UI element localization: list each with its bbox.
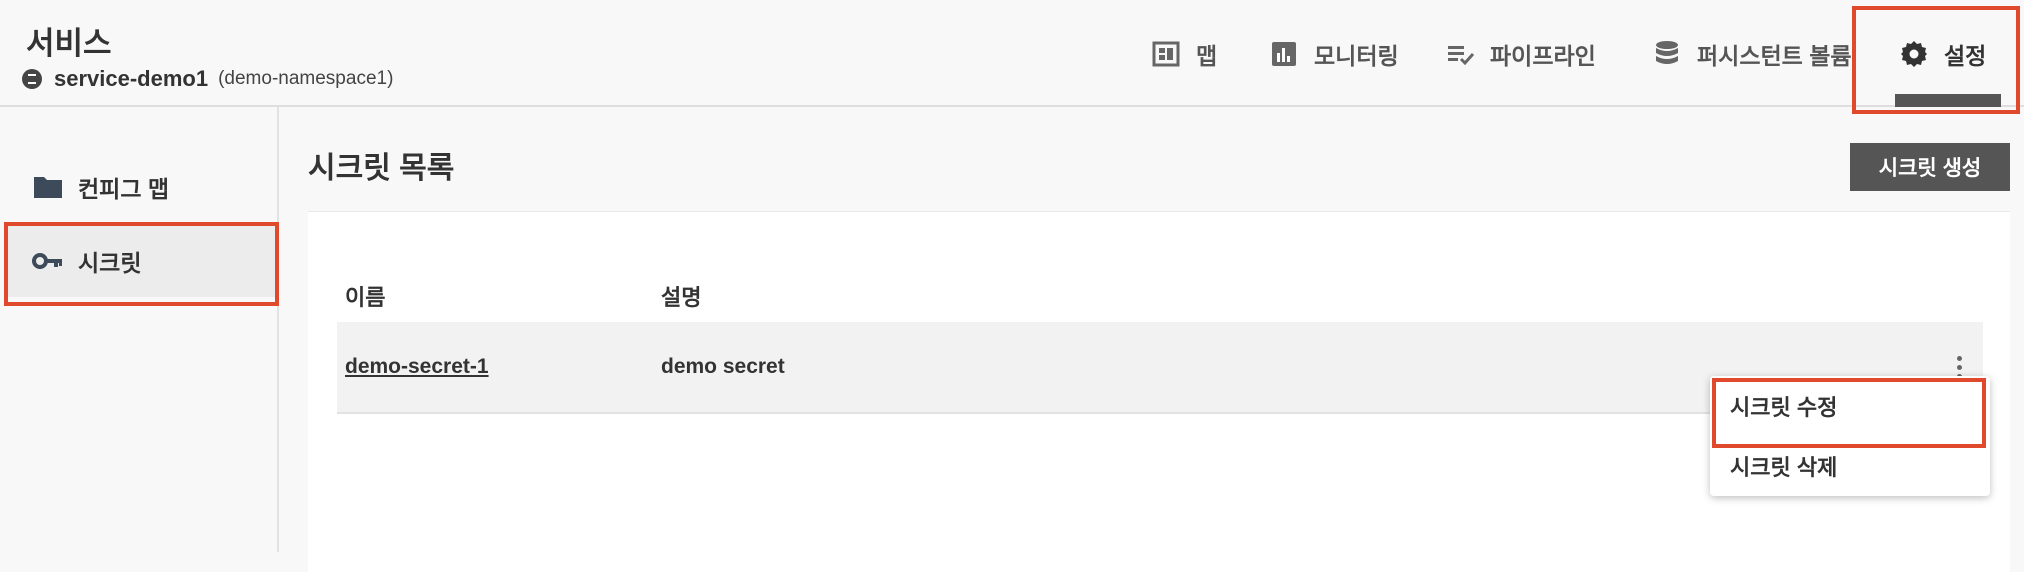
- sidebar-item-configmap[interactable]: 컨피그 맵: [8, 151, 276, 223]
- context-menu: 시크릿 수정 시크릿 삭제: [1710, 376, 1990, 496]
- service-icon: [22, 69, 42, 89]
- tab-monitoring-label: 모니터링: [1314, 42, 1399, 69]
- secret-name-link[interactable]: demo-secret-1: [345, 322, 489, 412]
- tab-persistent-volume[interactable]: 퍼시스턴트 볼륨: [1653, 0, 1852, 107]
- key-icon: [32, 253, 62, 269]
- column-header-description: 설명: [661, 285, 702, 310]
- folder-icon: [34, 177, 62, 198]
- tab-map-label: 맵: [1196, 42, 1218, 69]
- active-tab-indicator: [1895, 94, 2001, 107]
- tab-monitoring[interactable]: 모니터링: [1270, 0, 1399, 107]
- playlist-check-icon: [1448, 45, 1474, 65]
- bar-chart-icon: [1272, 41, 1296, 66]
- secret-list-title: 시크릿 목록: [308, 152, 455, 185]
- secret-description: demo secret: [661, 355, 785, 378]
- tab-map[interactable]: 맵: [1152, 0, 1217, 107]
- column-header-name: 이름: [345, 285, 386, 310]
- tab-persistent-volume-label: 퍼시스턴트 볼륨: [1697, 42, 1852, 69]
- service-name: service-demo1: [54, 66, 209, 91]
- tab-pipeline[interactable]: 파이프라인: [1446, 0, 1596, 107]
- sidebar-item-label: 컨피그 맵: [78, 176, 170, 202]
- gear-icon: [1901, 40, 1927, 67]
- namespace-label: (demo-namespace1): [218, 68, 394, 89]
- create-secret-button[interactable]: 시크릿 생성: [1850, 143, 2010, 191]
- tab-settings[interactable]: 설정: [1900, 0, 1986, 107]
- tab-settings-label: 설정: [1944, 42, 1987, 69]
- database-icon: [1656, 40, 1678, 64]
- page-title: 서비스: [26, 26, 112, 61]
- tab-pipeline-label: 파이프라인: [1490, 42, 1596, 69]
- service-info: service-demo1 (demo-namespace1): [22, 66, 393, 92]
- edit-secret-menu-item[interactable]: 시크릿 수정: [1710, 376, 1990, 436]
- delete-secret-menu-item[interactable]: 시크릿 삭제: [1710, 436, 1990, 496]
- sidebar-item-secret[interactable]: 시크릿: [8, 225, 276, 297]
- sidebar-item-label: 시크릿: [78, 250, 142, 276]
- sidebar: 컨피그 맵 시크릿: [0, 107, 279, 552]
- dashboard-icon: [1152, 41, 1180, 66]
